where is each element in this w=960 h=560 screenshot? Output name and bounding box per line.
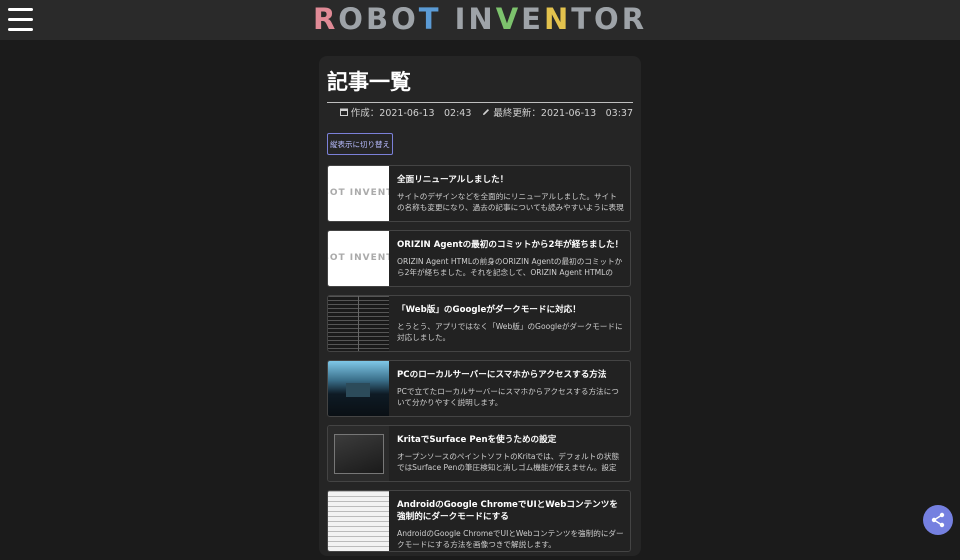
logo-letter bbox=[442, 2, 455, 36]
article-card[interactable]: 「Web版」のGoogleがダークモードに対応！ とうとう、アプリではなく「Web… bbox=[327, 295, 631, 352]
article-card-body: 「Web版」のGoogleがダークモードに対応！ とうとう、アプリではなく「Web… bbox=[397, 304, 624, 343]
pencil-icon bbox=[482, 108, 490, 119]
article-title[interactable]: 全面リニューアルしました！ bbox=[397, 174, 624, 186]
logo-letter: N bbox=[543, 2, 572, 36]
article-thumbnail bbox=[328, 491, 389, 551]
logo-letter: B bbox=[365, 2, 392, 36]
created-date: 作成：2021-06-13 02:43 bbox=[350, 108, 472, 119]
article-description: ORIZIN Agent HTMLの前身のORIZIN Agentの最初のコミッ… bbox=[397, 257, 623, 277]
article-card[interactable]: KritaでSurface Penを使うための設定オープンソースのペイントソフト… bbox=[327, 425, 631, 482]
article-description: AndroidのGoogle ChromeでUIとWebコンテンツを強制的にダー… bbox=[397, 529, 624, 549]
article-list: BOT INVENT 全面リニューアルしました！ サイトのデザインなどを全面的にリニ… bbox=[327, 165, 631, 560]
article-card[interactable]: BOT INVENT 全面リニューアルしました！ サイトのデザインなどを全面的にリニ… bbox=[327, 165, 631, 222]
article-title[interactable]: KritaでSurface Penを使うための設定 bbox=[397, 434, 624, 446]
article-title[interactable]: AndroidのGoogle ChromeでUIとWebコンテンツを強制的にダー… bbox=[397, 499, 624, 523]
article-thumbnail: BOT INVENT bbox=[328, 231, 389, 286]
article-thumbnail bbox=[328, 361, 389, 416]
logo-letter: O bbox=[338, 2, 366, 36]
article-card-body: AndroidのGoogle ChromeでUIとWebコンテンツを強制的にダー… bbox=[397, 499, 624, 550]
logo-letter: T bbox=[418, 2, 442, 36]
logo-letter: R bbox=[312, 2, 339, 36]
article-card[interactable]: PCのローカルサーバーにスマホからアクセスする方法 PCで立てたローカルサーバーに… bbox=[327, 360, 631, 417]
article-card-body: KritaでSurface Penを使うための設定オープンソースのペイントソフト… bbox=[397, 434, 624, 473]
article-title[interactable]: ORIZIN Agentの最初のコミットから2年が経ちました！ bbox=[397, 239, 624, 251]
article-description: とうとう、アプリではなく「Web版」のGoogleがダークモードに対応しました。 bbox=[397, 322, 623, 342]
logo-letter: E bbox=[521, 2, 544, 36]
share-button[interactable] bbox=[923, 505, 953, 535]
logo-letter: O bbox=[594, 2, 622, 36]
calendar-icon bbox=[339, 108, 348, 119]
article-title[interactable]: PCのローカルサーバーにスマホからアクセスする方法 bbox=[397, 369, 624, 381]
article-thumbnail: BOT INVENT bbox=[328, 166, 389, 221]
page-title: 記事一覧 bbox=[327, 66, 633, 103]
top-bar: ROBOT INVENTOR bbox=[0, 0, 960, 40]
logo-letter: I bbox=[454, 2, 469, 36]
article-description: サイトのデザインなどを全面的にリニューアルしました。サイトの名称も変更になり、過… bbox=[397, 192, 624, 212]
article-card-body: PCのローカルサーバーにスマホからアクセスする方法 PCで立てたローカルサーバーに… bbox=[397, 369, 624, 408]
post-meta: 作成：2021-06-13 02:43 最終更新：2021-06-13 03:3… bbox=[339, 105, 633, 119]
logo-letter: O bbox=[391, 2, 419, 36]
article-card[interactable]: AndroidのGoogle ChromeでUIとWebコンテンツを強制的にダー… bbox=[327, 490, 631, 552]
updated-date: 最終更新：2021-06-13 03:37 bbox=[493, 108, 633, 119]
share-icon bbox=[931, 512, 945, 528]
logo-letter: R bbox=[621, 2, 648, 36]
article-thumbnail bbox=[328, 296, 389, 351]
article-title[interactable]: 「Web版」のGoogleがダークモードに対応！ bbox=[397, 304, 624, 316]
article-card[interactable]: BOT INVENTORIZIN Agentの最初のコミットから2年が経ちました… bbox=[327, 230, 631, 287]
article-container: 記事一覧 作成：2021-06-13 02:43 最終更新：2021-06-13… bbox=[319, 56, 641, 556]
toggle-vertical-button[interactable]: 縦表示に切り替え bbox=[327, 133, 393, 155]
article-card-body: 全面リニューアルしました！ サイトのデザインなどを全面的にリニューアルしました。サ… bbox=[397, 174, 624, 213]
article-description: オープンソースのペイントソフトのKritaでは、デフォルトの状態ではSurfac… bbox=[397, 452, 620, 472]
article-card-body: ORIZIN Agentの最初のコミットから2年が経ちました！ ORIZIN Ag… bbox=[397, 239, 624, 278]
article-description: PCで立てたローカルサーバーにスマホからアクセスする方法について分かりやすく説明… bbox=[397, 387, 619, 407]
article-thumbnail bbox=[328, 426, 389, 481]
logo-letter: N bbox=[468, 2, 496, 36]
logo-letter: T bbox=[571, 2, 595, 36]
logo-letter: V bbox=[495, 2, 522, 36]
site-logo[interactable]: ROBOT INVENTOR bbox=[0, 2, 960, 36]
